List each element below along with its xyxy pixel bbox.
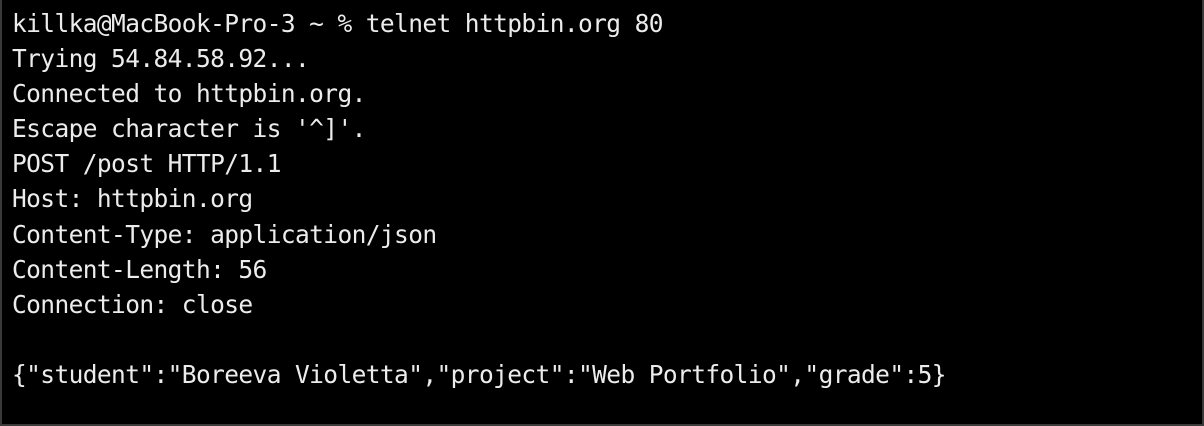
terminal-window[interactable]: killka@MacBook-Pro-3 ~ % telnet httpbin.… [0, 0, 1204, 426]
json-body-line: {"student":"Boreeva Violetta","project":… [12, 359, 947, 389]
header-line: Host: httpbin.org [12, 184, 253, 214]
prompt-line: killka@MacBook-Pro-3 ~ % telnet httpbin.… [12, 9, 664, 38]
header-line: Connection: close [12, 289, 253, 319]
output-line: Trying 54.84.58.92... [12, 44, 310, 74]
output-line: Connected to httpbin.org. [12, 79, 366, 109]
terminal-output: killka@MacBook-Pro-3 ~ % telnet httpbin.… [12, 6, 1192, 392]
header-line: Content-Type: application/json [12, 219, 437, 249]
output-line: Escape character is '^]'. [12, 114, 366, 144]
header-line: Content-Length: 56 [12, 254, 267, 284]
request-line: POST /post HTTP/1.1 [12, 149, 281, 179]
